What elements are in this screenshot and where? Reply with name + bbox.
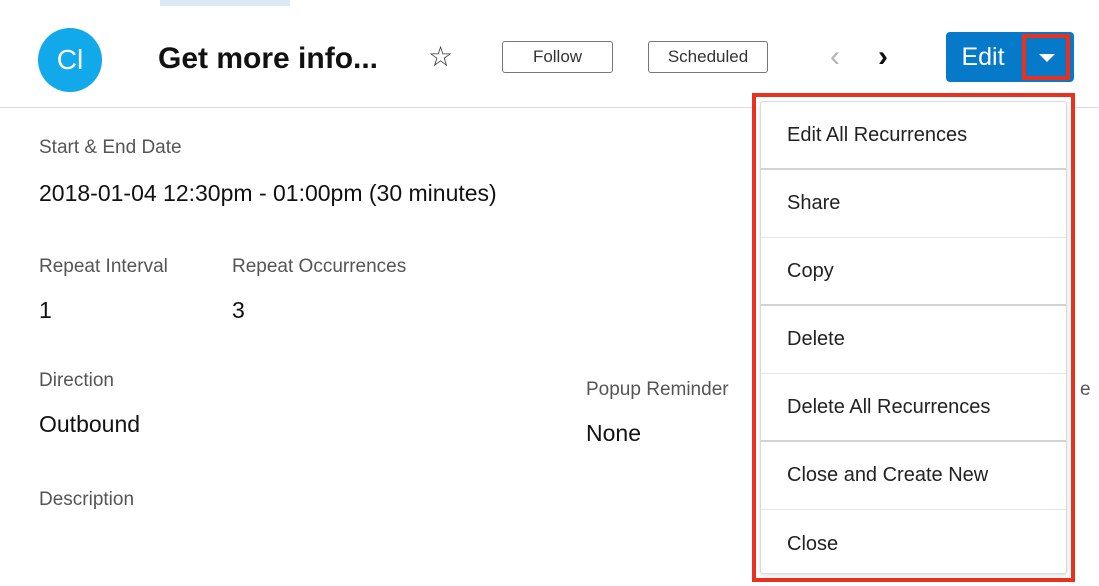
chevron-left-icon[interactable]: ‹ [822, 42, 848, 72]
menu-item-edit-all-recurrences[interactable]: Edit All Recurrences [761, 102, 1066, 170]
direction-value: Outbound [39, 411, 141, 437]
menu-item-close-and-create-new[interactable]: Close and Create New [761, 442, 1066, 510]
chevron-right-icon[interactable]: › [870, 42, 896, 72]
menu-item-delete-all-recurrences[interactable]: Delete All Recurrences [761, 374, 1066, 442]
actions-dropdown-toggle[interactable] [1020, 32, 1074, 82]
repeat-occurrences-value: 3 [232, 297, 245, 323]
record-title: Get more info... [158, 42, 379, 75]
actions-dropdown-highlight: Edit All Recurrences Share Copy Delete D… [752, 93, 1075, 582]
start-end-date-value: 2018-01-04 12:30pm - 01:00pm (30 minutes… [39, 180, 497, 206]
menu-item-share[interactable]: Share [761, 170, 1066, 238]
start-end-date-label: Start & End Date [39, 137, 182, 158]
menu-item-copy[interactable]: Copy [761, 238, 1066, 306]
cropped-highlight [160, 0, 290, 6]
description-label: Description [39, 489, 135, 510]
popup-reminder-label: Popup Reminder [586, 379, 729, 400]
menu-item-delete[interactable]: Delete [761, 306, 1066, 374]
caret-down-icon [1039, 54, 1055, 62]
status-badge: Scheduled [648, 41, 768, 73]
truncated-field-label: e [1080, 379, 1091, 400]
edit-button[interactable]: Edit [946, 32, 1020, 82]
repeat-interval-label: Repeat Interval [39, 256, 168, 277]
repeat-occurrences-label: Repeat Occurrences [232, 256, 407, 277]
follow-button[interactable]: Follow [502, 41, 613, 73]
direction-label: Direction [39, 370, 114, 391]
avatar: Cl [38, 28, 102, 92]
top-cropped-strip [0, 0, 1099, 8]
star-icon[interactable]: ☆ [428, 41, 453, 73]
popup-reminder-value: None [586, 420, 641, 446]
menu-item-close[interactable]: Close [761, 510, 1066, 578]
actions-dropdown-menu: Edit All Recurrences Share Copy Delete D… [760, 101, 1067, 574]
repeat-interval-value: 1 [39, 297, 52, 323]
